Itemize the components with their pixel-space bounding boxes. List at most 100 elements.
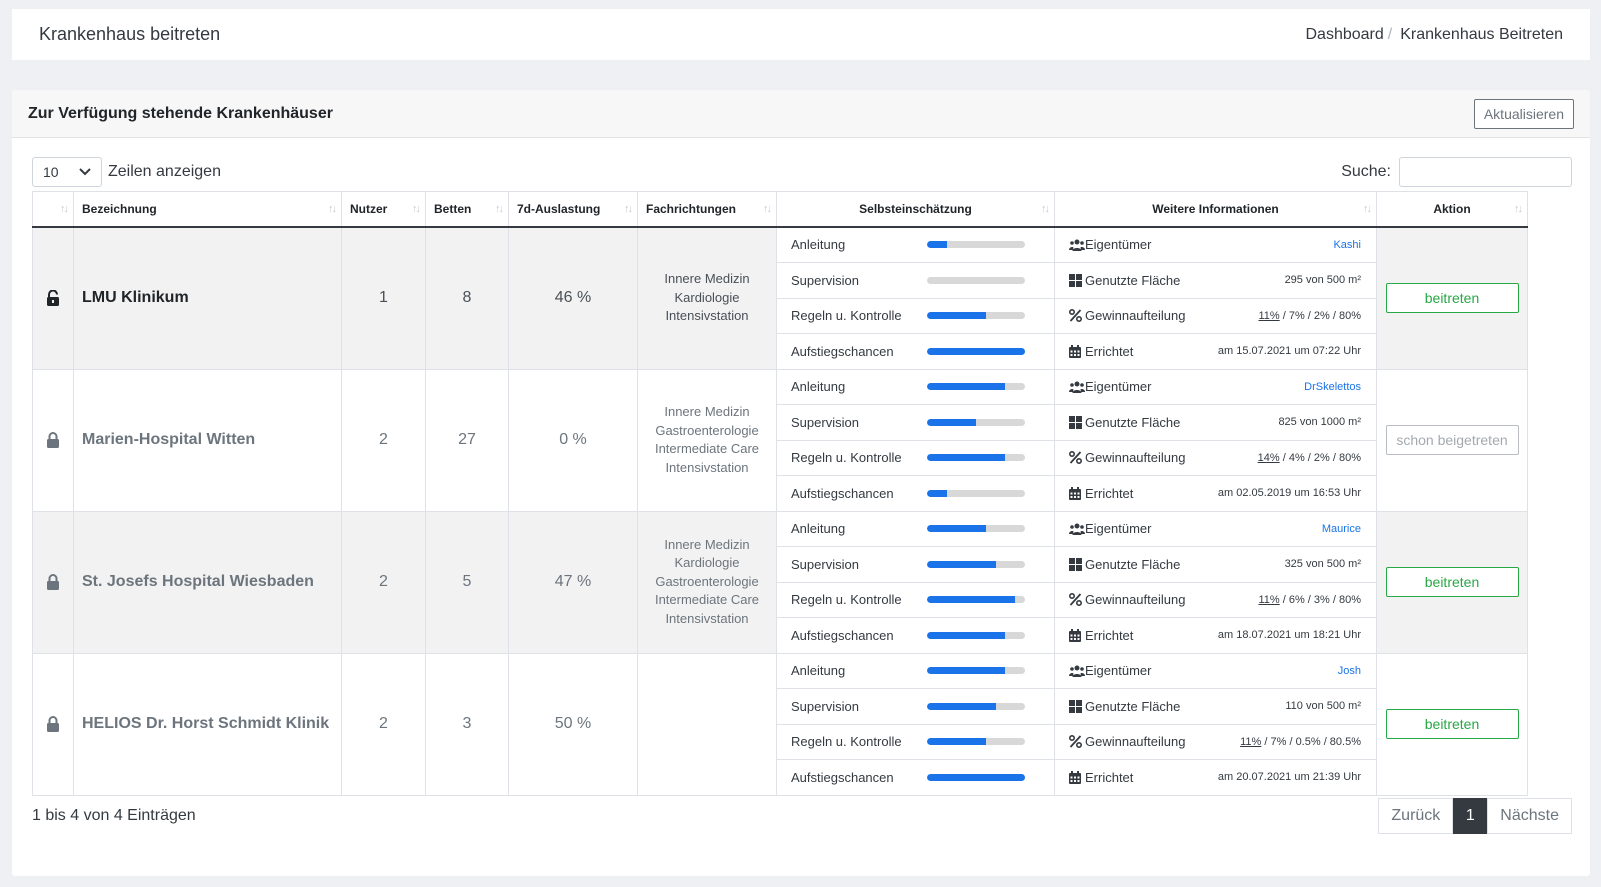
lock-icon: [47, 574, 59, 590]
specialties: Innere Medizin Kardiologie Intensivstation: [637, 226, 777, 370]
table-controls: 10 Zeilen anzeigen Suche:: [32, 156, 1572, 188]
info-label: Errichtet: [1085, 475, 1199, 511]
info-label: Gewinnaufteilung: [1085, 724, 1199, 760]
hospital-name: St. Josefs Hospital Wiesbaden: [73, 510, 342, 654]
col-auslastung[interactable]: 7d-Auslastung ↑↓: [508, 191, 638, 228]
profit-share: 11% / 7% / 0.5% / 80.5%: [1198, 724, 1376, 760]
skill-label: Regeln u. Kontrolle: [777, 298, 927, 334]
skill-bar: [927, 596, 1025, 604]
table-row: Marien-Hospital Witten 2 27 0 % Innere M…: [32, 368, 1528, 512]
skill-bar: [927, 773, 1025, 781]
profit-share-own[interactable]: 11%: [1258, 594, 1279, 606]
calendar-icon: [1069, 486, 1081, 500]
sort-icon: ↑↓: [1041, 203, 1050, 215]
skill-row: Supervision: [777, 546, 1054, 583]
specialty: Kardiologie: [674, 289, 740, 305]
built-date: am 15.07.2021 um 07:22 Uhr: [1198, 333, 1376, 369]
col-betten[interactable]: Betten ↑↓: [425, 191, 509, 228]
info-label: Errichtet: [1085, 617, 1199, 653]
sort-icon: ↑↓: [328, 203, 337, 215]
lock-cell: [32, 368, 74, 512]
profit-share-own[interactable]: 11%: [1258, 310, 1279, 322]
col-lock[interactable]: ↑↓: [32, 191, 74, 228]
specialty: Intermediate Care: [654, 441, 760, 456]
skill-label: Aufstiegschancen: [777, 759, 927, 795]
skill-label: Regeln u. Kontrolle: [777, 582, 927, 618]
profit-share-rest: / 4% / 2% / 80%: [1279, 451, 1361, 464]
table-row: HELIOS Dr. Horst Schmidt Klinik 2 3 50 %…: [32, 652, 1528, 796]
join-button[interactable]: beitreten: [1385, 709, 1519, 739]
topbar: Krankenhaus beitreten Dashboard / Kranke…: [12, 9, 1590, 60]
search-input[interactable]: [1399, 157, 1572, 187]
specialties: [637, 652, 777, 796]
skill-row: Regeln u. Kontrolle: [777, 440, 1054, 476]
card-title: Zur Verfügung stehende Krankenhäuser: [28, 104, 333, 122]
refresh-button[interactable]: Aktualisieren: [1473, 98, 1574, 129]
skill-bar: [927, 702, 1025, 710]
owner-link[interactable]: Kashi: [1198, 227, 1376, 264]
profit-share-rest: / 7% / 0.5% / 80.5%: [1261, 735, 1361, 748]
col-bezeichnung[interactable]: Bezeichnung ↑↓: [73, 191, 342, 228]
sort-icon: ↑↓: [1514, 203, 1523, 215]
skill-row: Anleitung: [777, 653, 1054, 690]
pagination: Zurück 1 Nächste: [1378, 798, 1572, 834]
info-row: Errichtet am 18.07.2021 um 18:21 Uhr: [1055, 617, 1376, 653]
area-grid-icon: [1069, 557, 1082, 571]
profit-share: 14% / 4% / 2% / 80%: [1198, 440, 1376, 476]
pagination-page-1[interactable]: 1: [1453, 798, 1488, 834]
users-icon: [1069, 239, 1085, 251]
used-area: 110 von 500 m²: [1198, 688, 1376, 725]
specialties: Innere Medizin Kardiologie Gastroenterolog…: [637, 510, 777, 654]
info-label: Eigentümer: [1085, 227, 1199, 264]
col-aktion[interactable]: Aktion ↑↓: [1376, 191, 1528, 228]
pagination-next[interactable]: Nächste: [1487, 798, 1572, 834]
used-area: 825 von 1000 m²: [1198, 404, 1376, 441]
profit-share: 11% / 7% / 2% / 80%: [1198, 298, 1376, 334]
join-button[interactable]: beitreten: [1385, 567, 1519, 597]
info-label: Genutzte Fläche: [1085, 404, 1199, 441]
col-fachrichtungen[interactable]: Fachrichtungen ↑↓: [637, 191, 777, 228]
entries-info: 1 bis 4 von 4 Einträgen: [32, 807, 196, 824]
skill-row: Anleitung: [777, 511, 1054, 548]
join-button[interactable]: beitreten: [1385, 283, 1519, 313]
owner-link[interactable]: DrSkelettos: [1198, 369, 1376, 406]
bed-count: 3: [425, 652, 509, 796]
specialty: Intensivstation: [665, 459, 749, 475]
info-row: Genutzte Fläche 110 von 500 m²: [1055, 688, 1376, 725]
users-icon: [1069, 665, 1085, 677]
occupancy: 47 %: [508, 510, 638, 654]
info-label: Errichtet: [1085, 333, 1199, 369]
info-row: Genutzte Fläche 295 von 500 m²: [1055, 262, 1376, 299]
calendar-icon: [1069, 344, 1081, 358]
profit-share-own[interactable]: 14%: [1258, 452, 1280, 464]
skill-bar: [927, 525, 1025, 533]
calendar-icon: [1069, 770, 1081, 784]
pagination-prev[interactable]: Zurück: [1378, 798, 1454, 834]
col-nutzer[interactable]: Nutzer ↑↓: [341, 191, 426, 228]
length-select[interactable]: 10: [32, 157, 102, 187]
skill-label: Aufstiegschancen: [777, 333, 927, 369]
col-weitere-informationen[interactable]: Weitere Informationen ↑↓: [1054, 191, 1377, 228]
specialty: Intensivstation: [665, 610, 749, 626]
owner-link[interactable]: Maurice: [1198, 511, 1376, 548]
info-label: Eigentümer: [1085, 369, 1199, 406]
specialties: Innere Medizin Gastroenterologie Intermedi…: [637, 368, 777, 512]
info-label: Eigentümer: [1085, 653, 1199, 690]
breadcrumb-dashboard[interactable]: Dashboard: [1305, 26, 1383, 44]
self-assessment: Anleitung Supervision Regeln u. Kontroll…: [776, 652, 1055, 796]
owner-link[interactable]: Josh: [1198, 653, 1376, 690]
skill-row: Aufstiegschancen: [777, 617, 1054, 653]
skill-label: Anleitung: [777, 369, 927, 406]
info-row: Genutzte Fläche 325 von 500 m²: [1055, 546, 1376, 583]
self-assessment: Anleitung Supervision Regeln u. Kontroll…: [776, 510, 1055, 654]
col-selbsteinschaetzung[interactable]: Selbsteinschätzung ↑↓: [776, 191, 1055, 228]
info-row: Errichtet am 02.05.2019 um 16:53 Uhr: [1055, 475, 1376, 511]
search-control: Suche:: [1341, 157, 1572, 187]
skill-row: Regeln u. Kontrolle: [777, 724, 1054, 760]
further-info: Eigentümer DrSkelettos Genutzte Fläche 8…: [1054, 368, 1377, 512]
skill-bar: [927, 560, 1025, 568]
built-date: am 02.05.2019 um 16:53 Uhr: [1198, 475, 1376, 511]
profit-share-own[interactable]: 11%: [1240, 736, 1261, 748]
skill-bar: [927, 383, 1025, 391]
hospital-name: HELIOS Dr. Horst Schmidt Klinik: [73, 652, 342, 796]
